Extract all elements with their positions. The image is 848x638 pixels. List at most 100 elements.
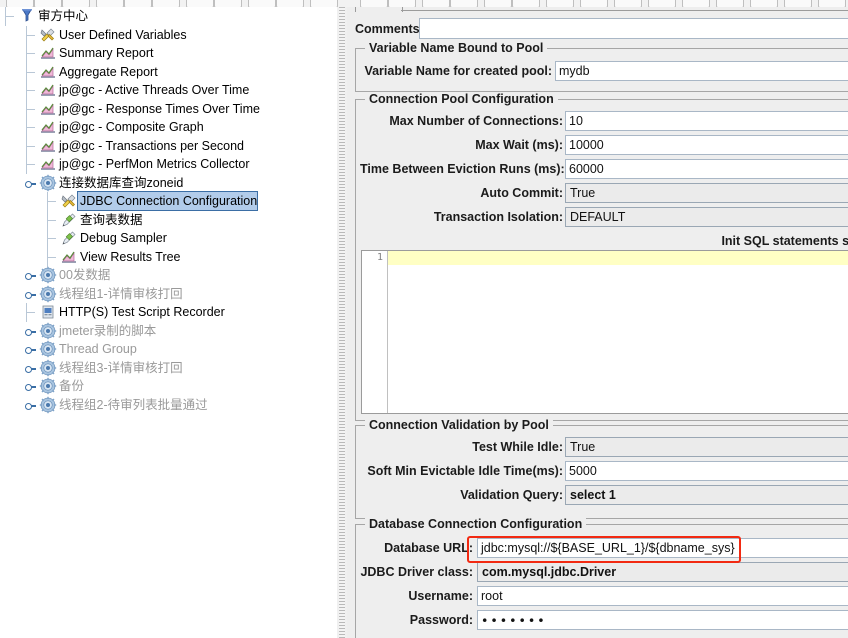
editor-text[interactable] xyxy=(389,251,848,265)
tree-item[interactable]: 备份 xyxy=(0,377,336,396)
tree-connector-line xyxy=(47,201,56,202)
tree-item[interactable]: 线程组2-待审列表批量通过 xyxy=(0,396,336,415)
max-number-of-connections-input[interactable]: 10 xyxy=(565,111,848,131)
tree-item[interactable]: 线程组3-详情审核打回 xyxy=(0,359,336,378)
database-connection-configuration-group: Database Connection Configuration Databa… xyxy=(355,517,848,638)
expand-knob-icon[interactable] xyxy=(25,400,36,411)
expand-knob-icon[interactable] xyxy=(25,363,36,374)
soft-min-evictable-idle-time-input[interactable]: 5000 xyxy=(565,461,848,481)
variable-name-row: Variable Name for created pool: mydb xyxy=(356,61,848,83)
field-label: Max Wait (ms): xyxy=(475,138,563,152)
tree-connector-line xyxy=(47,192,48,211)
field-row-max-wait: Max Wait (ms): 10000 xyxy=(356,135,848,157)
tree-item[interactable]: 审方中心 xyxy=(0,7,336,26)
tree-expand-handle[interactable] xyxy=(25,396,39,414)
tree-expand-handle[interactable] xyxy=(25,359,39,377)
tree-item-label: Debug Sampler xyxy=(80,231,167,245)
field-row-auto-commit: Auto Commit: True xyxy=(356,183,848,205)
tree-connector xyxy=(25,99,39,119)
tree-item-label: jp@gc - Composite Graph xyxy=(59,120,204,134)
tree-expand-handle[interactable] xyxy=(25,174,39,192)
max-wait-input[interactable]: 10000 xyxy=(565,135,848,155)
variable-name-input[interactable]: mydb xyxy=(555,61,848,81)
tree-item-label: 线程组3-详情审核打回 xyxy=(59,360,183,375)
test-plan-tree[interactable]: 审方中心 User Defined Variables Summary Report… xyxy=(0,7,336,638)
tree-item[interactable]: jp@gc - Response Times Over Time xyxy=(0,99,336,119)
comments-label: Comments: xyxy=(355,22,424,36)
tree-item[interactable]: jp@gc - Active Threads Over Time xyxy=(0,81,336,100)
expand-knob-icon[interactable] xyxy=(25,381,36,392)
tree-item[interactable]: Aggregate Report xyxy=(0,62,336,82)
tree-item-label: jmeter录制的脚本 xyxy=(59,323,157,338)
tree-connector-line xyxy=(26,34,35,36)
tree-item[interactable]: jp@gc - Transactions per Second xyxy=(0,136,336,156)
init-sql-editor[interactable]: 1 xyxy=(361,250,848,414)
tree-item[interactable]: 00发数据 xyxy=(0,266,336,285)
test-while-idle-combo[interactable]: True xyxy=(565,437,848,457)
tree-item[interactable]: jmeter录制的脚本 xyxy=(0,322,336,341)
tree-expand-handle[interactable] xyxy=(25,340,39,358)
tree-connector-line xyxy=(47,247,48,267)
password-input[interactable]: ••••••• xyxy=(477,610,848,630)
panel-tab[interactable] xyxy=(355,7,403,12)
tree-connector-line xyxy=(5,7,6,26)
tree-expand-handle[interactable] xyxy=(25,377,39,395)
listener-icon xyxy=(39,100,57,118)
tree-item[interactable]: Summary Report xyxy=(0,44,336,63)
field-row-time-between-eviction-runs: Time Between Eviction Runs (ms): 60000 xyxy=(356,159,848,181)
listener-icon xyxy=(39,155,57,173)
divider-grip[interactable] xyxy=(339,7,345,638)
expand-knob-icon[interactable] xyxy=(25,344,36,355)
tree-item[interactable]: View Results Tree xyxy=(0,247,336,267)
tree-connector xyxy=(25,303,39,322)
tree-item[interactable]: 线程组1-详情审核打回 xyxy=(0,285,336,304)
tree-item-label: JDBC Connection Configuration xyxy=(76,191,259,211)
config-element-icon xyxy=(60,192,78,210)
tree-item[interactable]: Debug Sampler xyxy=(0,229,336,248)
expand-knob-icon[interactable] xyxy=(25,289,36,300)
expand-knob-icon[interactable] xyxy=(25,270,36,281)
time-between-eviction-runs-input[interactable]: 60000 xyxy=(565,159,848,179)
auto-commit-combo[interactable]: True xyxy=(565,183,848,203)
variable-name-label: Variable Name for created pool: xyxy=(364,64,552,78)
tree-item-label: 线程组1-详情审核打回 xyxy=(59,286,183,301)
database-url-input[interactable]: jdbc:mysql://${BASE_URL_1}/${dbname_sys} xyxy=(477,538,848,558)
tree-item-label: jp@gc - PerfMon Metrics Collector xyxy=(59,157,250,171)
field-label: JDBC Driver class: xyxy=(360,565,473,579)
tree-connector-line xyxy=(26,164,35,165)
tree-expand-handle[interactable] xyxy=(25,266,39,284)
tree-connector-line xyxy=(47,210,48,230)
thread-group-icon xyxy=(39,359,57,377)
username-input[interactable]: root xyxy=(477,586,848,606)
tree-item[interactable]: 连接数据库查询zoneid xyxy=(0,174,336,193)
tree-item[interactable]: HTTP(S) Test Script Recorder xyxy=(0,303,336,322)
field-label: Time Between Eviction Runs (ms): xyxy=(360,162,565,176)
validation-query-combo[interactable]: select 1 xyxy=(565,485,848,505)
tree-item[interactable]: 查询表数据 xyxy=(0,210,336,230)
tree-connector xyxy=(25,25,39,45)
expand-knob-icon[interactable] xyxy=(25,326,36,337)
listener-icon xyxy=(39,118,57,136)
jdbc-driver-class-combo[interactable]: com.mysql.jdbc.Driver xyxy=(477,562,848,582)
comments-input[interactable] xyxy=(419,18,848,39)
tree-item[interactable]: jp@gc - Composite Graph xyxy=(0,118,336,137)
tree-item[interactable]: User Defined Variables xyxy=(0,25,336,45)
tree-item[interactable]: jp@gc - PerfMon Metrics Collector xyxy=(0,155,336,174)
tree-item[interactable]: JDBC Connection Configuration xyxy=(0,191,336,211)
tree-expand-handle[interactable] xyxy=(25,285,39,303)
transaction-isolation-combo[interactable]: DEFAULT xyxy=(565,207,848,227)
expand-knob-icon[interactable] xyxy=(25,178,36,189)
tree-expand-handle[interactable] xyxy=(25,322,39,340)
tree-item[interactable]: Thread Group xyxy=(0,340,336,359)
field-label: Test While Idle: xyxy=(472,440,563,454)
